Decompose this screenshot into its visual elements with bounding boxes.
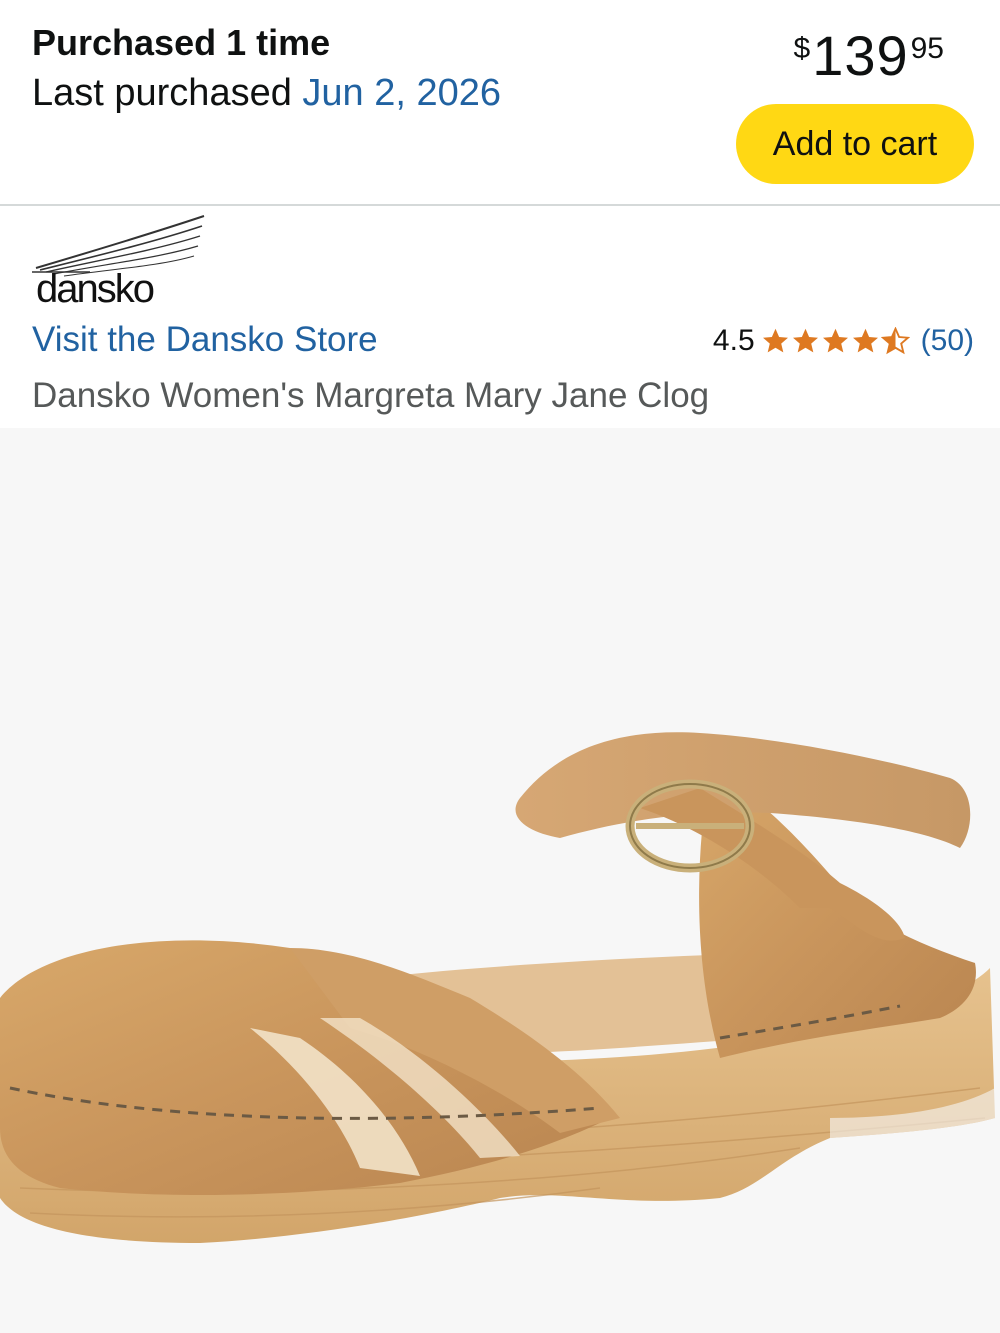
star-rating xyxy=(761,327,911,355)
price-whole: 139 xyxy=(812,24,909,87)
product-image[interactable] xyxy=(0,428,1000,1333)
divider xyxy=(0,204,1000,206)
last-purchased-date[interactable]: Jun 2, 2026 xyxy=(302,72,501,114)
price-fraction: 95 xyxy=(910,32,944,65)
dansko-logo[interactable]: dansko xyxy=(30,212,210,308)
visit-store-link[interactable]: Visit the Dansko Store xyxy=(32,320,378,360)
purchased-count: Purchased 1 time xyxy=(32,22,331,63)
star-icon xyxy=(822,328,848,353)
sandal-clog-image xyxy=(0,732,995,1243)
last-purchased-label: Last purchased xyxy=(32,72,292,114)
star-icon xyxy=(852,328,878,353)
rating-summary[interactable]: 4.5 (50) xyxy=(713,324,974,358)
logo-wordmark: dansko xyxy=(36,267,154,308)
product-title: Dansko Women's Margreta Mary Jane Clog xyxy=(32,376,710,415)
last-purchased: Last purchased Jun 2, 2026 xyxy=(32,72,501,115)
half-star-icon xyxy=(880,327,910,355)
price: $ 139 95 xyxy=(794,26,945,86)
star-icon xyxy=(792,328,818,353)
purchase-history-bar: Purchased 1 time Last purchased Jun 2, 2… xyxy=(0,0,1000,204)
star-icon xyxy=(762,328,788,353)
rating-value: 4.5 xyxy=(712,324,755,357)
add-to-cart-button[interactable]: Add to cart xyxy=(736,104,974,184)
price-symbol: $ xyxy=(793,32,811,65)
rating-count[interactable]: (50) xyxy=(921,324,974,358)
